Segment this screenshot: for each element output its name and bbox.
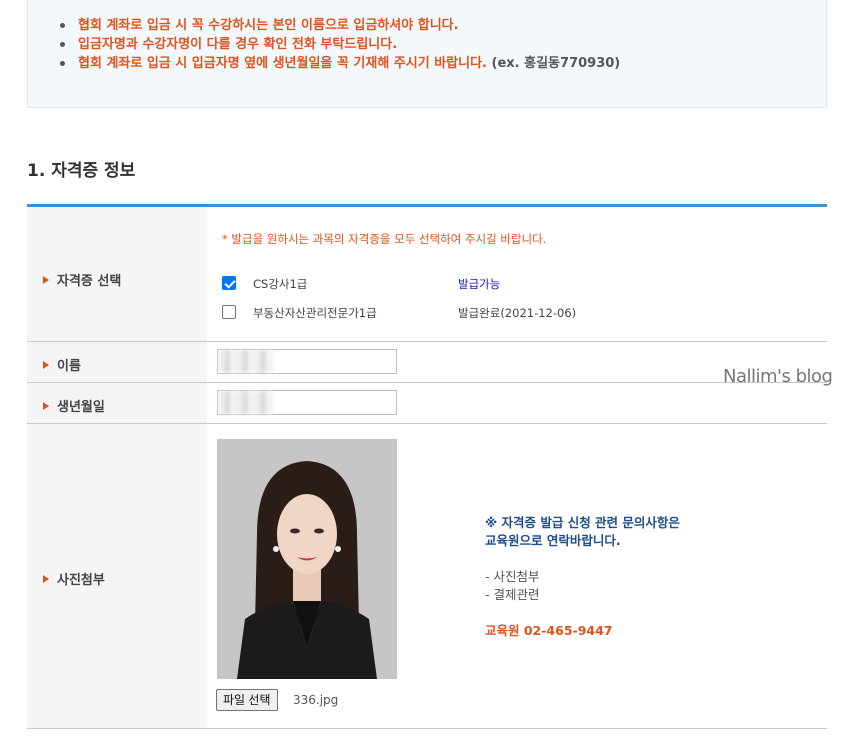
notice-box: 협회 계좌로 입금 시 꼭 수강하시는 본인 이름으로 입금하셔야 합니다. 입…: [27, 0, 827, 108]
cert-checkbox[interactable]: [222, 276, 236, 290]
selected-file-name: 336.jpg: [293, 693, 339, 707]
notice-item: 입금자명과 수강자명이 다를 경우 확인 전화 부탁드립니다.: [60, 35, 620, 54]
birth-input[interactable]: [217, 390, 397, 415]
cert-guide-text: * 발급을 원하시는 과목의 자격증을 모두 선택하여 주시길 바랍니다.: [222, 232, 547, 246]
name-input[interactable]: [217, 349, 397, 374]
notice-item: 협회 계좌로 입금 시 꼭 수강하시는 본인 이름으로 입금하셔야 합니다.: [60, 16, 620, 35]
cert-status: 발급완료(2021-12-06): [458, 306, 577, 320]
cert-status: 발급가능: [458, 277, 501, 291]
blog-watermark: Nallim's blog: [723, 366, 833, 387]
contact-items: - 사진첨부 - 결제관련: [485, 569, 540, 602]
row-header: 이름: [27, 342, 207, 382]
section-title: 1. 자격증 정보: [27, 161, 136, 181]
cert-name: 부동산자산관리전문가1급: [253, 306, 377, 320]
cert-name: CS강사1급: [253, 277, 308, 291]
photo-row: 사진첨부 파일 선택 336.jpg ※ 자격증 발급 신청 관련 문의사항은 …: [27, 424, 827, 729]
birth-label: 생년월일: [43, 396, 105, 415]
file-select-button[interactable]: 파일 선택: [216, 689, 278, 711]
contact-info: ※ 자격증 발급 신청 관련 문의사항은 교육원으로 연락바랍니다. - 사진첨…: [485, 514, 680, 640]
redacted-value: [218, 391, 273, 414]
photo-label: 사진첨부: [43, 569, 105, 588]
cert-checkbox[interactable]: [222, 305, 236, 319]
row-header: 생년월일: [27, 383, 207, 423]
birth-row: 생년월일: [27, 383, 827, 424]
id-photo-preview: [217, 439, 397, 679]
row-header: 사진첨부: [27, 424, 207, 728]
contact-phone: 교육원 02-465-9447: [485, 623, 613, 638]
name-row: 이름: [27, 342, 827, 383]
redacted-value: [218, 350, 273, 373]
notice-example: (ex. 홍길동770930): [491, 56, 621, 71]
cert-select-label: 자격증 선택: [43, 270, 121, 289]
cert-select-row: 자격증 선택 * 발급을 원하시는 과목의 자격증을 모두 선택하여 주시길 바…: [27, 207, 827, 342]
notice-item: 협회 계좌로 입금 시 입금자명 옆에 생년월일을 꼭 기재해 주시기 바랍니다…: [60, 54, 620, 73]
name-label: 이름: [43, 355, 81, 374]
portrait-image: [217, 439, 397, 679]
certificate-form-table: 자격증 선택 * 발급을 원하시는 과목의 자격증을 모두 선택하여 주시길 바…: [27, 204, 827, 729]
notice-list: 협회 계좌로 입금 시 꼭 수강하시는 본인 이름으로 입금하셔야 합니다. 입…: [60, 16, 620, 73]
contact-notice: ※ 자격증 발급 신청 관련 문의사항은 교육원으로 연락바랍니다.: [485, 515, 680, 548]
row-header: 자격증 선택: [27, 207, 207, 341]
